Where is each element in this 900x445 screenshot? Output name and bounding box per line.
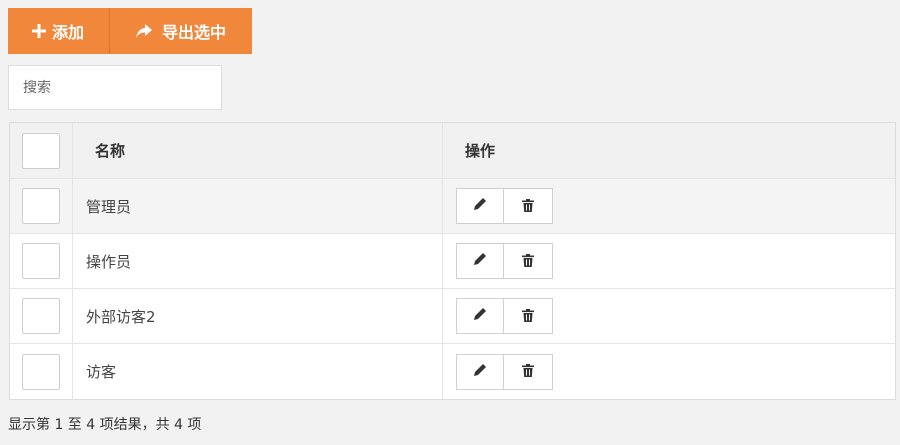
column-header-actions: 操作	[465, 142, 496, 160]
edit-button[interactable]	[456, 353, 504, 390]
trash-icon	[522, 197, 534, 216]
row-actions	[443, 234, 895, 288]
table-summary: 显示第 1 至 4 项结果，共 4 项	[8, 417, 202, 433]
add-button-label: 添加	[52, 23, 85, 42]
row-name: 外部访客2	[73, 289, 443, 343]
select-all-checkbox[interactable]	[22, 132, 60, 169]
select-all-cell	[10, 123, 73, 178]
pencil-icon	[472, 196, 488, 216]
edit-button[interactable]	[456, 188, 504, 224]
pencil-icon	[472, 251, 488, 271]
table-row: 操作员	[10, 234, 895, 289]
row-checkbox[interactable]	[22, 243, 60, 279]
delete-button[interactable]	[504, 353, 553, 390]
plus-icon	[32, 24, 46, 38]
search-input[interactable]	[8, 65, 222, 110]
row-name: 操作员	[73, 234, 443, 288]
edit-button[interactable]	[456, 298, 504, 334]
column-header-name[interactable]: 名称	[73, 123, 443, 178]
export-selected-button[interactable]: 导出选中	[110, 8, 252, 54]
row-actions	[443, 289, 895, 343]
row-checkbox[interactable]	[22, 298, 60, 334]
row-checkbox-cell	[10, 234, 73, 288]
pencil-icon	[472, 306, 488, 326]
table-row: 外部访客2	[10, 289, 895, 344]
data-table: 名称 操作 管理员 操作员 外部访客2 访客	[9, 122, 896, 400]
row-checkbox[interactable]	[22, 188, 60, 224]
trash-icon	[522, 307, 534, 326]
table-header-row: 名称 操作	[10, 123, 895, 179]
edit-button[interactable]	[456, 243, 504, 279]
delete-button[interactable]	[504, 188, 553, 224]
export-selected-label: 导出选中	[162, 23, 227, 42]
trash-icon	[522, 362, 534, 381]
row-name: 管理员	[73, 179, 443, 233]
delete-button[interactable]	[504, 243, 553, 279]
delete-button[interactable]	[504, 298, 553, 334]
row-actions	[443, 179, 895, 233]
row-name: 访客	[73, 344, 443, 399]
row-checkbox-cell	[10, 344, 73, 399]
add-button[interactable]: 添加	[8, 8, 110, 54]
share-arrow-icon	[136, 24, 152, 38]
row-checkbox[interactable]	[22, 353, 60, 390]
row-checkbox-cell	[10, 289, 73, 343]
pencil-icon	[472, 362, 488, 382]
toolbar: 添加 导出选中	[8, 8, 252, 54]
table-row: 管理员	[10, 179, 895, 234]
trash-icon	[522, 252, 534, 271]
row-checkbox-cell	[10, 179, 73, 233]
table-row: 访客	[10, 344, 895, 399]
row-actions	[443, 344, 895, 399]
